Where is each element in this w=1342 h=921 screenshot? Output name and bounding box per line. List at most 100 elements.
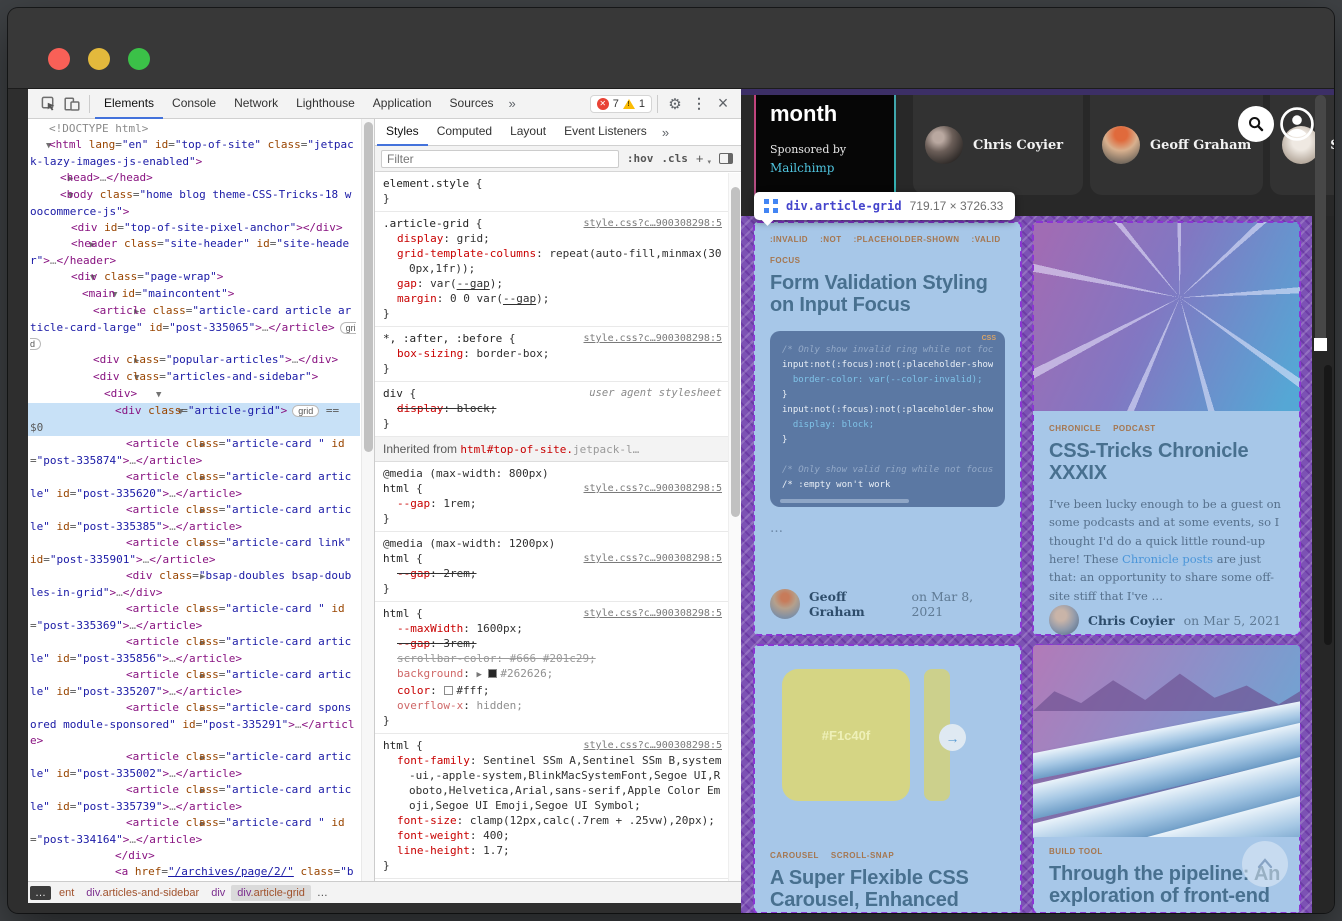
article-tag[interactable]: FOCUS [770, 256, 801, 265]
dom-tree-node[interactable]: ▼<div class="articles-and-sidebar"> [28, 369, 360, 386]
dom-tree-node[interactable]: <a href="/archives/page/2/" class="butto… [28, 864, 360, 881]
article-title[interactable]: A Super Flexible CSS Carousel, Enhanced … [770, 867, 1005, 913]
dom-tree-node[interactable]: <!DOCTYPE html> [28, 121, 360, 137]
expanded-arrow-icon[interactable]: ▼ [104, 404, 115, 420]
tab-computed[interactable]: Computed [428, 119, 501, 146]
tab-event-listeners[interactable]: Event Listeners [555, 119, 656, 146]
article-tag[interactable]: :VALID [972, 235, 1001, 244]
css-declaration[interactable]: --gap: 1rem; [383, 496, 722, 511]
avatar[interactable] [770, 589, 800, 619]
expanded-arrow-icon[interactable]: ▼ [49, 188, 60, 204]
grid-badge[interactable]: grid [292, 405, 319, 417]
sidebar-toggle-icon[interactable] [719, 153, 733, 164]
article-title[interactable]: Form Validation Styling on Input Focus [770, 272, 1005, 317]
dom-tree-node[interactable]: ▶<head>…</head> [28, 170, 360, 187]
dom-tree-node[interactable]: ▼<html lang="en" id="top-of-site" class=… [28, 137, 360, 170]
rule-selector[interactable]: html [383, 739, 410, 752]
stylesheet-link[interactable]: style.css?c…900308298:5 [584, 738, 722, 753]
scrollbar-thumb[interactable] [731, 187, 740, 517]
stylesheet-link[interactable]: style.css?c…900308298:5 [584, 331, 722, 346]
breadcrumb-item[interactable]: ent [53, 885, 80, 901]
article-tag[interactable]: :PLACEHOLDER-SHOWN [854, 235, 960, 244]
css-declaration[interactable]: --gap: 3rem; [383, 636, 722, 651]
search-icon[interactable] [1238, 106, 1274, 142]
dom-tree-node[interactable]: ▼<body class="home blog theme-CSS-Tricks… [28, 187, 360, 220]
css-declaration[interactable]: scrollbar-color: #666 #201c29; [383, 651, 722, 666]
staff-chip-geoff-graham[interactable]: Geoff Graham [1090, 95, 1263, 195]
css-declaration[interactable]: overflow-x: hidden; [383, 698, 722, 713]
collapsed-arrow-icon[interactable]: ▶ [115, 668, 126, 684]
tab-application[interactable]: Application [364, 89, 441, 119]
article-tag[interactable]: CAROUSEL [770, 851, 819, 860]
css-declaration[interactable]: font-family: Sentinel SSm A,Sentinel SSm… [383, 753, 722, 813]
tab-network[interactable]: Network [225, 89, 287, 119]
css-declaration[interactable]: font-weight: 400; [383, 828, 722, 843]
console-issues-badge[interactable]: ✕7 !1 [590, 95, 652, 113]
dom-tree-node[interactable]: ▶<article class="article-card " id="post… [28, 815, 360, 848]
color-swatch[interactable] [444, 686, 453, 695]
dom-tree-node[interactable]: ▶<article class="article-card article" i… [28, 634, 360, 667]
breadcrumb-item[interactable]: … [311, 885, 334, 901]
scroll-to-top-button[interactable] [1242, 841, 1288, 887]
rule-selector[interactable]: .article-grid [383, 217, 469, 230]
more-options-icon[interactable]: ⋮ [687, 92, 711, 116]
expanded-arrow-icon[interactable]: ▼ [38, 138, 49, 154]
article-card-form-validation[interactable]: :INVALID:NOT:PLACEHOLDER-SHOWN:VALIDFOCU… [754, 222, 1021, 635]
account-icon[interactable] [1279, 106, 1315, 142]
collapsed-arrow-icon[interactable]: ▶ [82, 304, 93, 320]
article-card-chronicle[interactable]: CHRONICLEPODCAST CSS-Tricks Chronicle XX… [1033, 222, 1300, 635]
article-tag[interactable]: PODCAST [1113, 424, 1156, 433]
dom-tree-node[interactable]: ▶<article class="article-card article" i… [28, 502, 360, 535]
author-link[interactable]: Chris Coyier [1088, 613, 1175, 628]
css-declaration[interactable]: font-size: clamp(12px,calc(.7rem + .25vw… [383, 813, 722, 828]
collapsed-arrow-icon[interactable]: ▶ [115, 536, 126, 552]
collapsed-arrow-icon[interactable]: ▶ [115, 783, 126, 799]
css-declaration[interactable]: display: block; [383, 401, 722, 416]
mailchimp-link[interactable]: Mailchimp [770, 161, 880, 175]
sponsor-card[interactable]: month Sponsored by Mailchimp [754, 95, 896, 207]
stylesheet-link[interactable]: style.css?c…900308298:5 [584, 551, 722, 566]
tab-layout[interactable]: Layout [501, 119, 555, 146]
dom-tree-node[interactable]: <div id="top-of-site-pixel-anchor"></div… [28, 220, 360, 236]
collapsed-arrow-icon[interactable]: ▶ [115, 569, 126, 585]
toggle-class-button[interactable]: .cls [661, 152, 688, 165]
expanded-arrow-icon[interactable]: ▼ [82, 370, 93, 386]
collapsed-arrow-icon[interactable]: ▶ [60, 237, 71, 253]
window-scrollbar[interactable] [1324, 365, 1332, 645]
collapsed-arrow-icon[interactable]: ▶ [115, 503, 126, 519]
expand-value-icon[interactable]: ▶ [476, 670, 487, 680]
collapsed-arrow-icon[interactable]: ▶ [82, 353, 93, 369]
collapsed-arrow-icon[interactable]: ▶ [49, 171, 60, 187]
toggle-hover-state-button[interactable]: :hov [627, 152, 654, 165]
dom-tree-node[interactable]: ▶<article class="article-card " id="post… [28, 436, 360, 469]
css-declaration[interactable]: display: grid; [383, 231, 722, 246]
tab-elements[interactable]: Elements [95, 89, 163, 119]
tab-styles[interactable]: Styles [377, 119, 428, 146]
close-devtools-icon[interactable]: × [711, 92, 735, 116]
stylesheet-link[interactable]: style.css?c…900308298:5 [584, 481, 722, 496]
css-declaration[interactable]: margin: 0 0 var(--gap); [383, 291, 722, 306]
tab-lighthouse[interactable]: Lighthouse [287, 89, 364, 119]
more-tabs-icon[interactable]: » [503, 96, 522, 111]
dom-tree-node[interactable]: ▶<article class="article-card " id="post… [28, 601, 360, 634]
article-title[interactable]: CSS-Tricks Chronicle XXXIX [1049, 440, 1284, 485]
article-hero-image[interactable] [1033, 222, 1300, 411]
code-scrollbar[interactable] [780, 499, 909, 503]
more-style-tabs-icon[interactable]: » [656, 125, 675, 140]
dom-tree-node[interactable]: ▶<article class="article-card article" i… [28, 782, 360, 815]
color-swatch[interactable] [488, 669, 497, 678]
breadcrumb-item[interactable]: div [205, 885, 231, 901]
dom-tree-node[interactable]: ▼<main id="maincontent"> [28, 286, 360, 303]
rule-selector[interactable]: html [383, 552, 410, 565]
dom-tree-node[interactable]: ▶<article class="article-card article ar… [28, 303, 360, 352]
article-tag[interactable]: SCROLL-SNAP [831, 851, 894, 860]
settings-gear-icon[interactable]: ⚙ [663, 92, 687, 116]
page-scrollbar-thumb[interactable] [1315, 95, 1326, 345]
dom-tree-node[interactable]: ▶<article class="article-card link" id="… [28, 535, 360, 568]
expanded-arrow-icon[interactable]: ▼ [60, 270, 71, 286]
rule-selector[interactable]: html [383, 482, 410, 495]
rule-selector[interactable]: element.style [383, 177, 469, 190]
stylesheet-link[interactable]: style.css?c…900308298:5 [584, 606, 722, 621]
article-tag[interactable]: BUILD TOOL [1049, 847, 1103, 856]
collapsed-arrow-icon[interactable]: ▶ [115, 470, 126, 486]
